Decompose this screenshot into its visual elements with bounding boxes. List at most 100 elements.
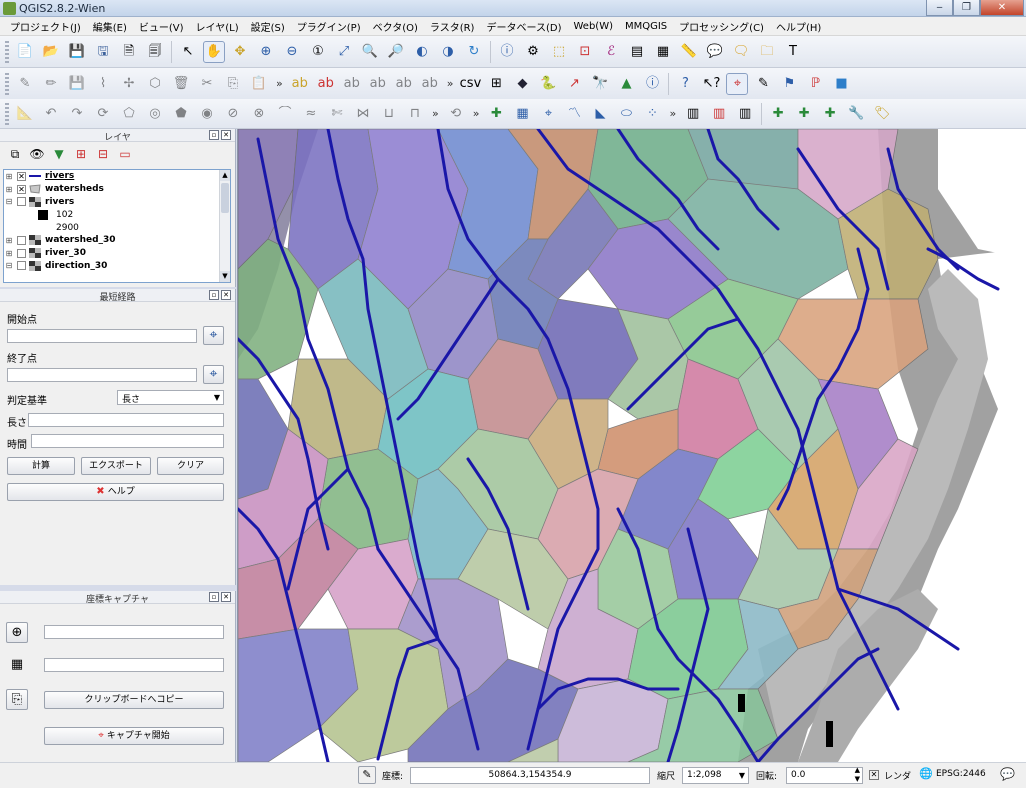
split-features-icon[interactable]: ✄ xyxy=(326,103,348,125)
scroll-up-icon[interactable]: ▲ xyxy=(220,170,230,181)
add-part-icon[interactable]: ⬟ xyxy=(170,103,192,125)
layer-bar-icon[interactable]: ▥ xyxy=(734,103,756,125)
rotate-feature-icon[interactable]: ⟳ xyxy=(92,103,114,125)
field-calculator-icon[interactable]: ⊡ xyxy=(574,41,596,63)
gps-icon[interactable]: ▲ xyxy=(615,73,637,95)
label-tool-icon[interactable]: ab xyxy=(289,73,311,95)
composer-manager-icon[interactable]: 🗐 xyxy=(144,41,166,63)
expand-icon[interactable]: ⊞ xyxy=(4,236,14,245)
messages-icon[interactable]: 💬 xyxy=(1000,767,1015,781)
zoom-selection-icon[interactable]: 🔎 xyxy=(385,41,407,63)
time-field[interactable] xyxy=(31,434,224,448)
layer-dots-icon[interactable]: ⁘ xyxy=(641,103,663,125)
export-button[interactable]: エクスポート xyxy=(81,457,151,475)
label-rotate-icon[interactable]: ab xyxy=(393,73,415,95)
edit-line-icon[interactable]: ↗ xyxy=(563,73,585,95)
collapse-all-icon[interactable]: ⊟ xyxy=(95,146,111,162)
coordinate-toggle-icon[interactable]: ✎ xyxy=(358,766,376,784)
layer-add2-icon[interactable]: ✚ xyxy=(767,103,789,125)
zoom-in-icon[interactable]: ⊕ xyxy=(255,41,277,63)
menu-raster[interactable]: ラスタ(R) xyxy=(424,19,481,34)
layer-grid-icon[interactable]: ▦ xyxy=(511,103,533,125)
remove-layer-icon[interactable]: ▭ xyxy=(117,146,133,162)
python-icon[interactable]: 🐍 xyxy=(537,73,559,95)
zoom-full-icon[interactable]: ⤢ xyxy=(333,41,355,63)
ruler-icon[interactable]: 📐 xyxy=(14,103,36,125)
close-panel-button[interactable]: ✕ xyxy=(221,592,231,602)
toolbar-grip[interactable] xyxy=(5,102,9,125)
save-edits-icon[interactable]: 💾 xyxy=(66,73,88,95)
add-ring-icon[interactable]: ◎ xyxy=(144,103,166,125)
expand-icon[interactable]: ⊞ xyxy=(4,185,14,194)
expand-all-icon[interactable]: ⊞ xyxy=(73,146,89,162)
menu-settings[interactable]: 設定(S) xyxy=(245,19,291,34)
menu-layer[interactable]: レイヤ(L) xyxy=(190,19,245,34)
expand-icon[interactable]: ⊞ xyxy=(4,172,14,181)
pan-icon[interactable]: ✋ xyxy=(203,40,225,63)
expand-icon[interactable]: ⊞ xyxy=(4,249,14,258)
float-panel-button[interactable]: ▫ xyxy=(209,130,219,140)
layer-checkbox[interactable]: ✕ xyxy=(17,184,26,194)
layer-circle-icon[interactable]: ⬭ xyxy=(615,103,637,125)
menu-project[interactable]: プロジェクト(J) xyxy=(4,19,87,34)
deselect-icon[interactable]: ⬚ xyxy=(548,41,570,63)
copy-to-clipboard-button[interactable]: クリップボードへコピー xyxy=(44,691,224,709)
coordinate-field[interactable]: 50864.3,154354.9 xyxy=(410,767,650,784)
offset-curve-icon[interactable]: ≈ xyxy=(300,103,322,125)
pick-start-point-icon[interactable]: ⌖ xyxy=(203,326,224,345)
new-project-icon[interactable]: 📄 xyxy=(14,41,36,63)
delete-selected-icon[interactable]: 🗑 xyxy=(170,73,192,95)
layer-delete-icon[interactable]: ▥ xyxy=(708,103,730,125)
collapse-icon[interactable]: ⊟ xyxy=(4,261,14,270)
node-tool-icon[interactable]: ⬡ xyxy=(144,73,166,95)
start-point-input[interactable] xyxy=(7,329,197,343)
add-feature-icon[interactable]: ⌇ xyxy=(92,73,114,95)
spin-arrows-icon[interactable]: ▲ ▼ xyxy=(855,766,860,784)
zoom-next-icon[interactable]: ◑ xyxy=(437,41,459,63)
delete-part-icon[interactable]: ⊗ xyxy=(248,103,270,125)
float-panel-button[interactable]: ▫ xyxy=(209,592,219,602)
coordinate-capture-icon[interactable]: ⌖ xyxy=(726,72,749,95)
label-show-icon[interactable]: ab xyxy=(341,73,363,95)
digitize-icon[interactable]: ✎ xyxy=(752,73,774,95)
close-panel-button[interactable]: ✕ xyxy=(221,290,231,300)
label-move-icon[interactable]: ab xyxy=(367,73,389,95)
save-project-icon[interactable]: 💾 xyxy=(66,41,88,63)
clear-button[interactable]: クリア xyxy=(157,457,224,475)
simplify-icon[interactable]: ⬠ xyxy=(118,103,140,125)
zoom-last-icon[interactable]: ◐ xyxy=(411,41,433,63)
layer-add4-icon[interactable]: ✚ xyxy=(819,103,841,125)
layer-plus-icon[interactable]: ✚ xyxy=(485,103,507,125)
script-icon[interactable]: ℙ xyxy=(804,73,826,95)
layer-tree-scrollbar[interactable]: ▲ ▼ xyxy=(219,170,230,282)
menu-database[interactable]: データベース(D) xyxy=(480,19,567,34)
identify-plus-icon[interactable]: ⓘ xyxy=(641,73,663,95)
cut-icon[interactable]: ✂ xyxy=(196,73,218,95)
select-features-icon[interactable]: ⚙ xyxy=(522,41,544,63)
bookmark-icon[interactable]: 🗀 xyxy=(756,41,778,63)
statistics-icon[interactable]: ▦ xyxy=(652,41,674,63)
layer-item[interactable]: ⊞ watershed_30 xyxy=(4,234,230,247)
zoom-out-icon[interactable]: ⊖ xyxy=(281,41,303,63)
layer-add3-icon[interactable]: ✚ xyxy=(793,103,815,125)
map-canvas[interactable] xyxy=(237,129,1026,762)
whats-this-icon[interactable]: ↖? xyxy=(700,73,722,95)
length-field[interactable] xyxy=(28,413,224,427)
blue-square-icon[interactable]: ■ xyxy=(830,73,852,95)
fill-ring-icon[interactable]: ◉ xyxy=(196,103,218,125)
layer-item[interactable]: ⊞ ✕ rivers xyxy=(4,170,230,183)
layer-checkbox[interactable] xyxy=(17,197,26,207)
start-capture-button[interactable]: ⌖ キャプチャ開始 xyxy=(44,727,224,745)
text-annotation-icon[interactable]: T xyxy=(782,41,804,63)
layer-checkbox[interactable] xyxy=(17,261,26,271)
copy-icon[interactable]: ⎘ xyxy=(222,73,244,95)
manage-visibility-icon[interactable]: 👁 xyxy=(29,146,45,162)
render-checkbox[interactable]: ✕ xyxy=(869,770,879,780)
collapse-icon[interactable]: ⊟ xyxy=(4,197,14,206)
attribute-table-icon[interactable]: ▤ xyxy=(626,41,648,63)
toolbar-overflow[interactable]: » xyxy=(432,107,439,120)
toolbar-overflow[interactable]: » xyxy=(447,77,454,90)
rotate-point-icon[interactable]: ⟲ xyxy=(445,103,467,125)
menu-processing[interactable]: プロセッシング(C) xyxy=(673,19,770,34)
annotation-icon[interactable]: 💬 xyxy=(704,41,726,63)
